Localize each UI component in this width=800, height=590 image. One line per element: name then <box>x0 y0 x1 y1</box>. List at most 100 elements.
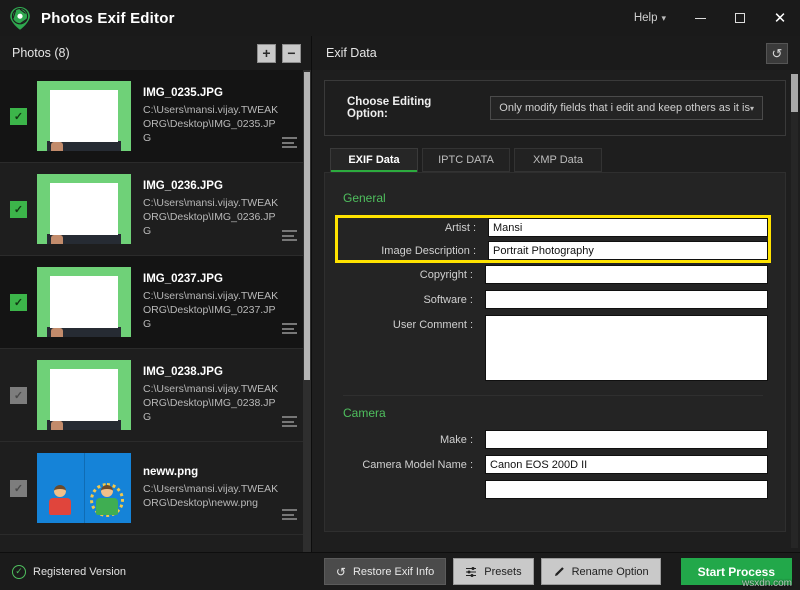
software-input[interactable] <box>485 290 768 309</box>
copyright-input[interactable] <box>485 265 768 284</box>
camera-model-name-label: Camera Model Name : <box>335 455 485 471</box>
field-row-make: Make : <box>335 430 771 449</box>
rename-option-label: Rename Option <box>572 566 649 578</box>
field-row-user-comment: User Comment : <box>335 315 771 381</box>
minimize-icon <box>695 18 706 19</box>
photo-checkbox[interactable]: ✓ <box>10 480 27 497</box>
rename-option-button[interactable]: Rename Option <box>541 558 661 585</box>
list-item[interactable]: ✓ IMG_0238.JPG C:\Users\mansi.vijay.TWEA… <box>0 349 311 442</box>
photo-meta: neww.png C:\Users\mansi.vijay.TWEAKORG\D… <box>143 466 311 510</box>
exif-form: General Artist : Mansi Image Description… <box>324 172 786 532</box>
help-label: Help <box>634 12 658 24</box>
registered-version-status: ✓ Registered Version <box>12 565 126 579</box>
make-input[interactable] <box>485 430 768 449</box>
user-comment-textarea[interactable] <box>485 315 768 381</box>
bottom-toolbar: ✓ Registered Version ↺ Restore Exif Info… <box>0 552 800 590</box>
user-comment-label: User Comment : <box>335 315 485 331</box>
partial-field-input[interactable] <box>485 480 768 499</box>
photo-checkbox[interactable]: ✓ <box>10 387 27 404</box>
photo-thumbnail <box>37 267 131 337</box>
photo-checkbox[interactable]: ✓ <box>10 294 27 311</box>
remove-photos-button[interactable]: − <box>282 44 301 63</box>
field-row-software: Software : <box>335 290 771 309</box>
photo-checkbox[interactable]: ✓ <box>10 201 27 218</box>
minimize-button[interactable] <box>680 0 720 36</box>
app-title: Photos Exif Editor <box>41 10 175 27</box>
highlight-box-general-fields: Artist : Mansi Image Description : Portr… <box>335 215 771 263</box>
photo-filepath: C:\Users\mansi.vijay.TWEAKORG\Desktop\IM… <box>143 382 281 424</box>
image-description-label: Image Description : <box>338 241 488 257</box>
exif-panel-scrollbar-thumb[interactable] <box>791 74 798 112</box>
list-item[interactable]: ✓ IMG_0237.JPG C:\Users\mansi.vijay.TWEA… <box>0 256 311 349</box>
main-body: Photos (8) + − ✓ IMG_0235.JPG C:\Users\m… <box>0 36 800 552</box>
row-menu-icon[interactable] <box>282 416 297 427</box>
restore-exif-info-button[interactable]: ↺ Restore Exif Info <box>324 558 446 585</box>
exif-panel-title: Exif Data <box>326 46 766 60</box>
photo-thumbnail <box>37 174 131 244</box>
exif-scroll-area: Choose Editing Option: Only modify field… <box>312 70 800 552</box>
exif-panel-scrollbar[interactable] <box>791 74 798 548</box>
photo-filename: IMG_0236.JPG <box>143 180 281 192</box>
editing-option-box: Choose Editing Option: Only modify field… <box>324 80 786 136</box>
photo-thumbnail <box>37 453 131 523</box>
photo-filename: IMG_0237.JPG <box>143 273 281 285</box>
application-window: Photos Exif Editor Help ▾ ✕ Photos (8) +… <box>0 0 800 590</box>
photo-checkbox[interactable]: ✓ <box>10 108 27 125</box>
registered-version-label: Registered Version <box>33 566 126 578</box>
app-logo-aperture-pin-icon <box>8 6 32 30</box>
start-process-button[interactable]: Start Process <box>681 558 792 585</box>
restore-clock-icon: ↺ <box>336 566 346 578</box>
reset-refresh-icon[interactable]: ↺ <box>766 43 788 64</box>
field-row-artist: Artist : Mansi <box>338 218 768 237</box>
close-button[interactable]: ✕ <box>760 0 800 36</box>
tab-exif-data[interactable]: EXIF Data <box>330 148 418 172</box>
close-icon: ✕ <box>774 11 787 26</box>
partial-field-label <box>335 480 485 484</box>
section-title-camera: Camera <box>343 406 771 420</box>
editing-option-dropdown[interactable]: Only modify fields that i edit and keep … <box>490 96 763 120</box>
field-row-image-description: Image Description : Portrait Photography <box>338 241 768 260</box>
help-menu-button[interactable]: Help ▾ <box>628 8 672 28</box>
restore-exif-info-label: Restore Exif Info <box>353 566 434 578</box>
list-item[interactable]: ✓ IMG_0235.JPG C:\Users\mansi.vijay.TWEA… <box>0 70 311 163</box>
photo-filepath: C:\Users\mansi.vijay.TWEAKORG\Desktop\IM… <box>143 289 281 331</box>
field-row-next-partial <box>335 480 771 499</box>
image-description-input[interactable]: Portrait Photography <box>488 241 768 260</box>
row-menu-icon[interactable] <box>282 509 297 520</box>
make-label: Make : <box>335 430 485 446</box>
section-title-general: General <box>343 191 771 205</box>
title-bar: Photos Exif Editor Help ▾ ✕ <box>0 0 800 36</box>
camera-model-name-input[interactable]: Canon EOS 200D II <box>485 455 768 474</box>
copyright-label: Copyright : <box>335 265 485 281</box>
presets-label: Presets <box>484 566 521 578</box>
photo-list-scrollbar[interactable] <box>303 70 311 552</box>
add-photos-button[interactable]: + <box>257 44 276 63</box>
section-divider <box>343 395 763 396</box>
photo-list[interactable]: ✓ IMG_0235.JPG C:\Users\mansi.vijay.TWEA… <box>0 70 311 552</box>
check-circle-icon: ✓ <box>12 565 26 579</box>
presets-button[interactable]: Presets <box>453 558 533 585</box>
list-item[interactable]: ✓ neww.png C:\Users\mansi.vijay.TWEAKORG… <box>0 442 311 535</box>
maximize-button[interactable] <box>720 0 760 36</box>
tab-iptc-data[interactable]: IPTC DATA <box>422 148 510 172</box>
artist-label: Artist : <box>338 218 488 234</box>
photos-count-label: Photos (8) <box>12 46 251 60</box>
photos-panel-header: Photos (8) + − <box>0 36 311 70</box>
photo-filename: IMG_0235.JPG <box>143 87 281 99</box>
chevron-down-icon: ▾ <box>661 13 666 24</box>
photos-panel: Photos (8) + − ✓ IMG_0235.JPG C:\Users\m… <box>0 36 312 552</box>
photo-thumbnail <box>37 360 131 430</box>
row-menu-icon[interactable] <box>282 323 297 334</box>
row-menu-icon[interactable] <box>282 137 297 148</box>
field-row-copyright: Copyright : <box>335 265 771 284</box>
pencil-icon <box>553 566 565 578</box>
artist-input[interactable]: Mansi <box>488 218 768 237</box>
maximize-icon <box>735 13 745 23</box>
photo-filepath: C:\Users\mansi.vijay.TWEAKORG\Desktop\ne… <box>143 482 281 510</box>
editing-option-label: Choose Editing Option: <box>347 96 444 120</box>
photo-filepath: C:\Users\mansi.vijay.TWEAKORG\Desktop\IM… <box>143 103 281 145</box>
list-item[interactable]: ✓ IMG_0236.JPG C:\Users\mansi.vijay.TWEA… <box>0 163 311 256</box>
tab-xmp-data[interactable]: XMP Data <box>514 148 602 172</box>
row-menu-icon[interactable] <box>282 230 297 241</box>
photo-list-scrollbar-thumb[interactable] <box>304 72 310 380</box>
